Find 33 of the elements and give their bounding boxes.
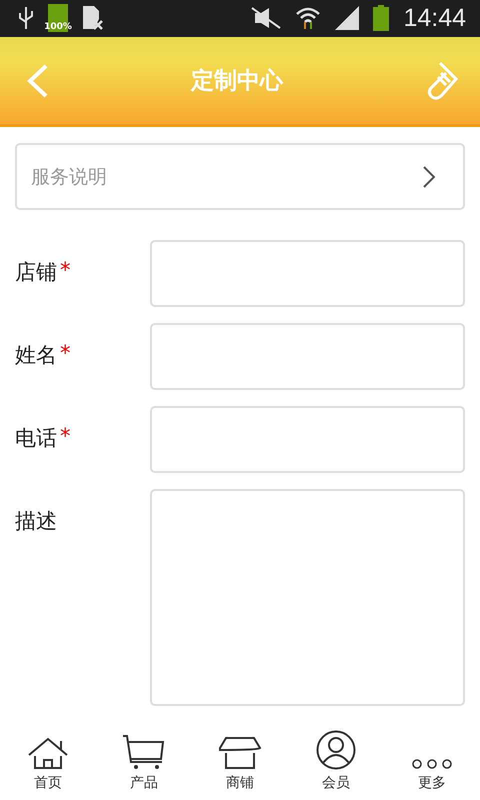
chevron-right-icon	[423, 166, 435, 188]
clock-time: 14:44	[403, 4, 466, 33]
scroll-icon[interactable]	[426, 60, 458, 101]
cart-icon	[122, 734, 166, 770]
field-label: 店铺	[15, 259, 57, 286]
nav-tab[interactable]: 更多	[384, 722, 480, 800]
battery-percent: 100%	[44, 22, 72, 32]
required-mark: *	[60, 258, 70, 282]
nav-tab[interactable]: 会员	[288, 722, 384, 800]
description-field[interactable]	[150, 489, 465, 706]
usb-icon	[18, 5, 34, 32]
house-icon	[28, 736, 68, 770]
sim-card-icon	[82, 5, 104, 32]
input-field[interactable]	[150, 323, 465, 390]
nav-tab[interactable]: 产品	[96, 722, 192, 800]
field-label: 电话	[15, 425, 57, 452]
user-icon	[316, 730, 356, 770]
field-label: 姓名	[15, 342, 57, 370]
page-title: 定制中心	[191, 67, 283, 96]
input-field[interactable]	[150, 406, 465, 474]
battery-icon	[373, 5, 390, 32]
required-mark: *	[60, 341, 70, 366]
wifi-icon	[295, 6, 322, 30]
signal-icon	[335, 6, 360, 30]
field-label: 描述	[15, 508, 57, 536]
more-icon	[412, 758, 452, 770]
input-field[interactable]	[150, 240, 465, 308]
shop-icon	[218, 736, 262, 770]
mute-icon	[251, 7, 282, 30]
nav-tab[interactable]: 首页	[0, 722, 96, 800]
back-button[interactable]	[26, 64, 48, 98]
required-mark: *	[60, 424, 70, 448]
nav-tab[interactable]: 商铺	[192, 722, 288, 800]
